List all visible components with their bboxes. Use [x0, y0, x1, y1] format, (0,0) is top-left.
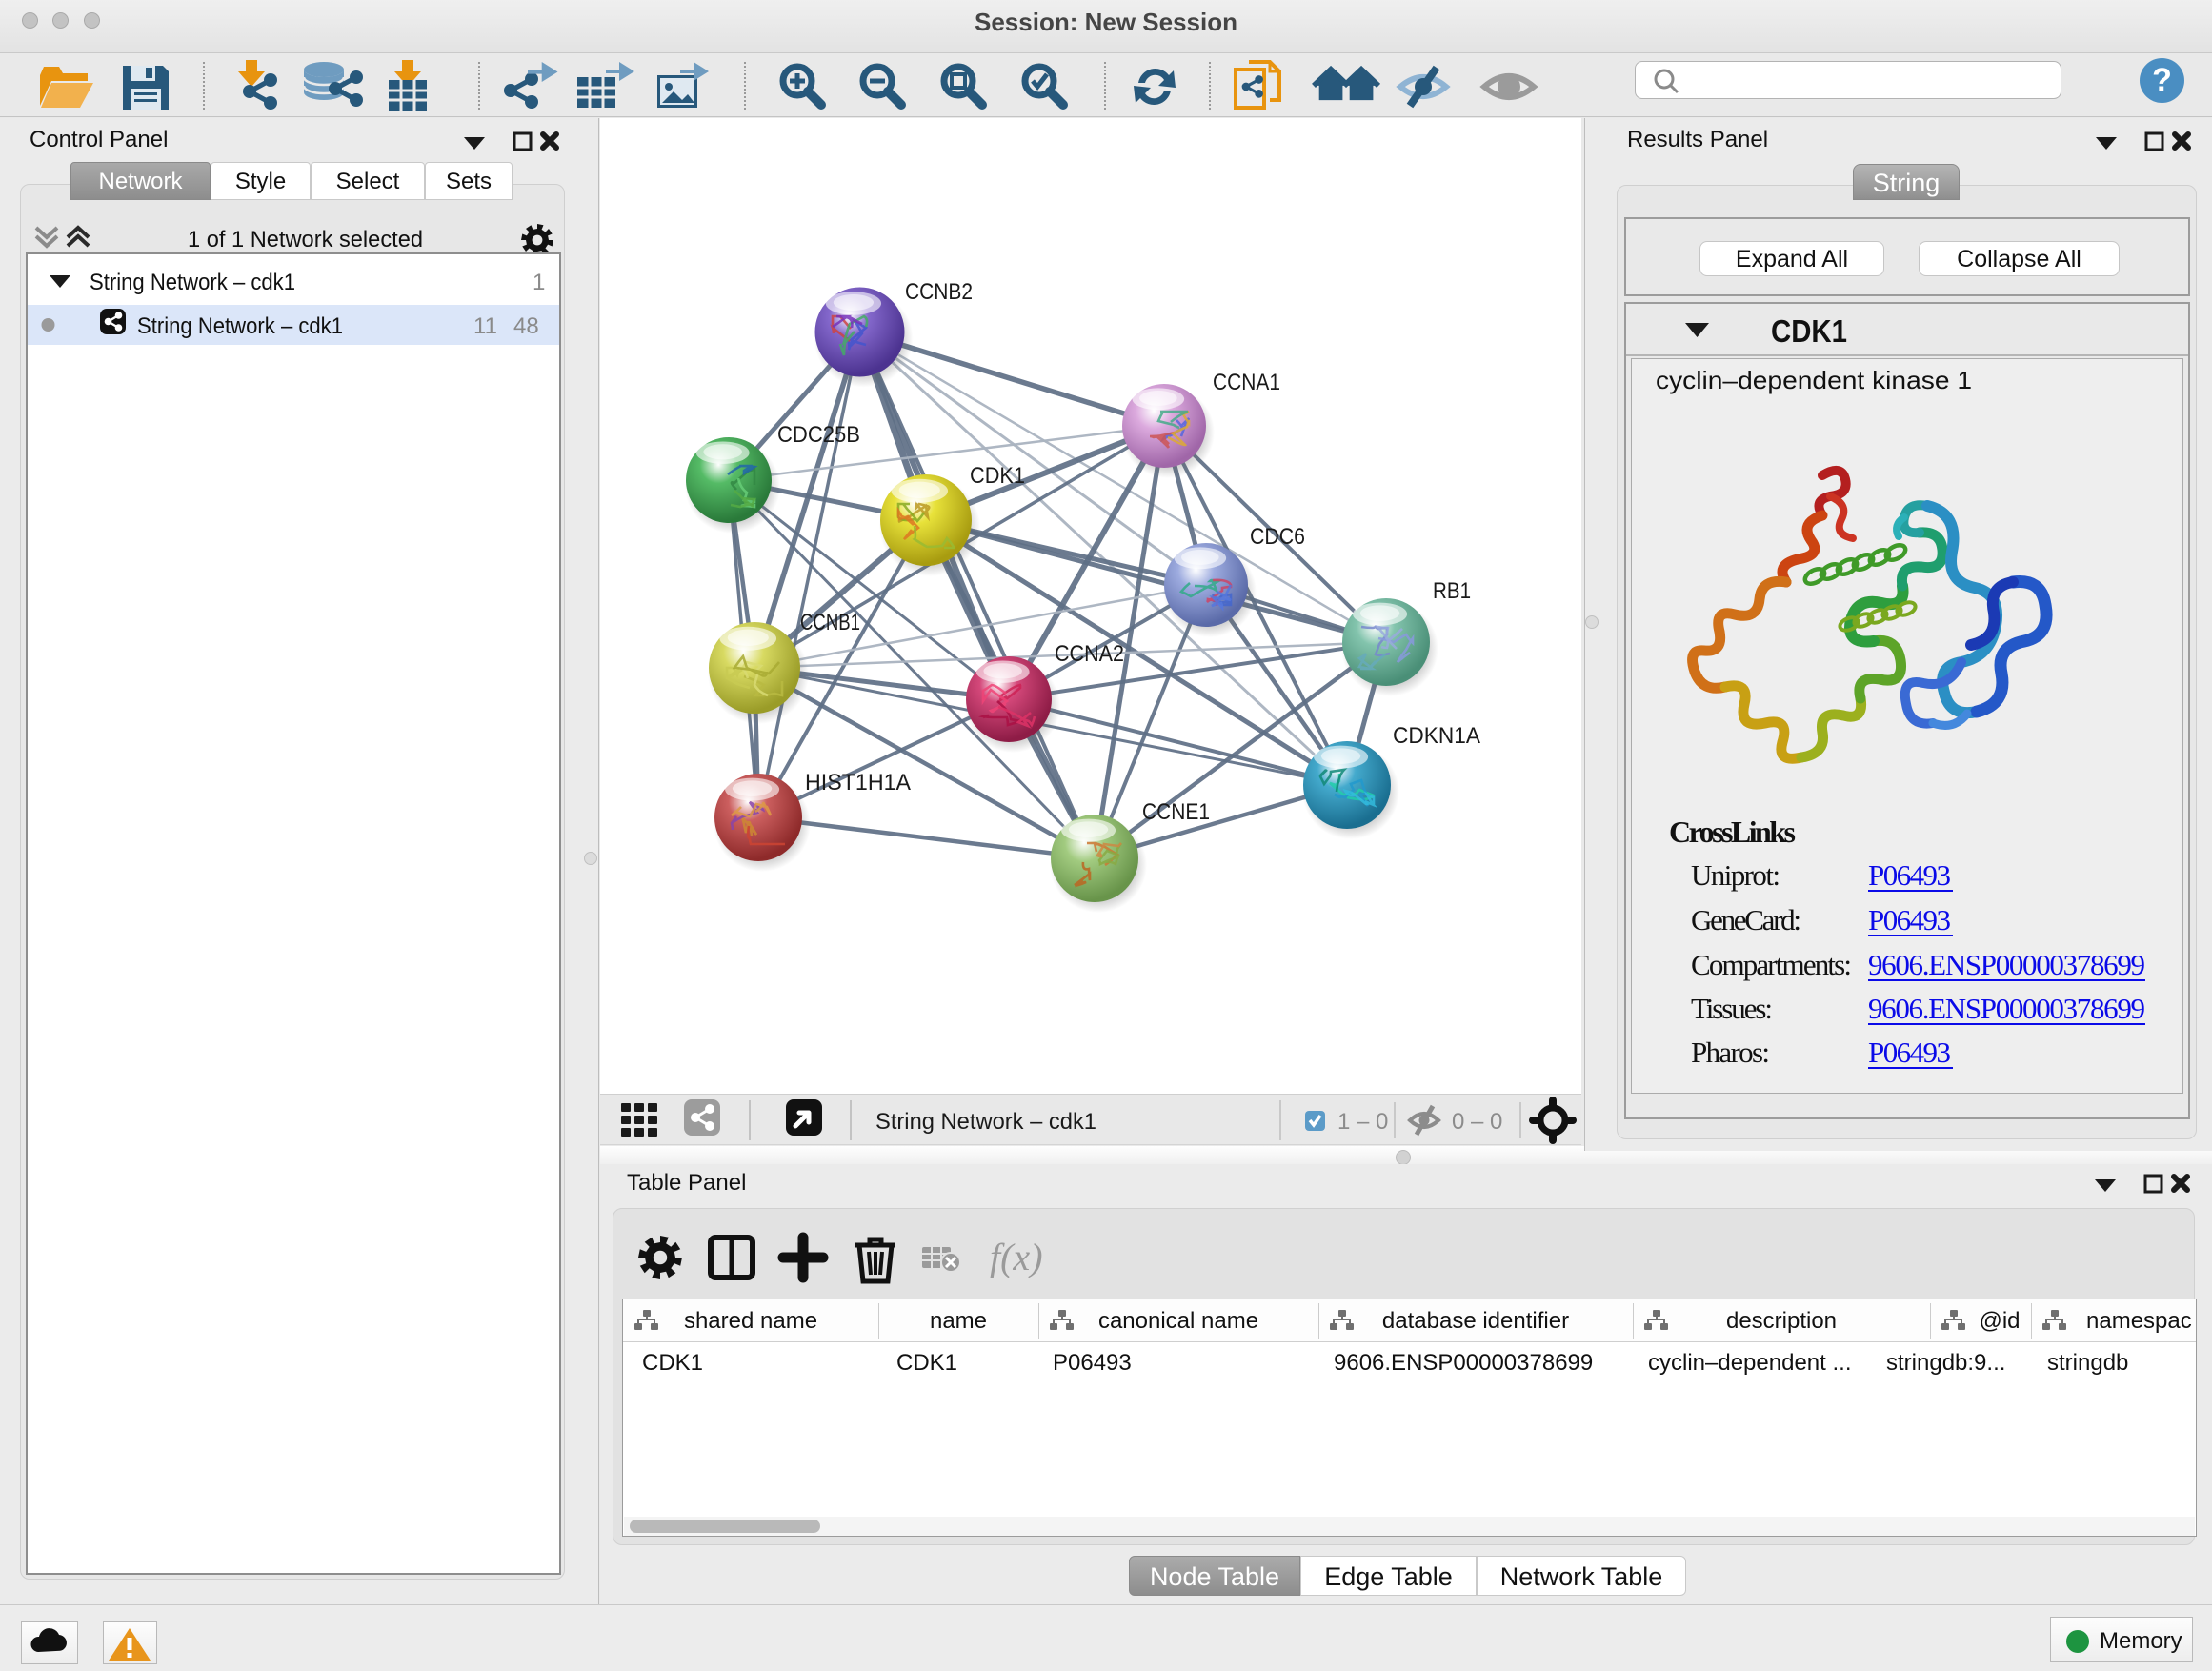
svg-text:CDK1: CDK1 [970, 463, 1025, 489]
svg-text:Pharos:: Pharos: [1691, 1036, 1770, 1069]
svg-text:11: 11 [473, 313, 497, 339]
svg-text:HIST1H1A: HIST1H1A [805, 770, 911, 795]
svg-text:String Network – cdk1: String Network – cdk1 [875, 1109, 1096, 1135]
svg-text:CCNB1: CCNB1 [800, 610, 860, 635]
svg-text:9606.ENSP00000378699: 9606.ENSP00000378699 [1868, 948, 2145, 981]
svg-text:cyclin–dependent kinase 1: cyclin–dependent kinase 1 [1656, 366, 1972, 394]
svg-text:CCNA2: CCNA2 [1055, 641, 1124, 667]
svg-text:String Network – cdk1: String Network – cdk1 [90, 270, 295, 295]
svg-text:GeneCard:: GeneCard: [1691, 903, 1801, 936]
svg-text:CDC25B: CDC25B [777, 422, 860, 448]
svg-text:1 of 1 Network selected: 1 of 1 Network selected [188, 227, 423, 252]
svg-text:Compartments:: Compartments: [1691, 948, 1852, 981]
svg-text:Uniprot:: Uniprot: [1691, 858, 1780, 892]
svg-text:P06493: P06493 [1868, 903, 1951, 936]
svg-text:RB1: RB1 [1433, 578, 1471, 604]
svg-text:1: 1 [533, 270, 545, 295]
svg-text:1 – 0: 1 – 0 [1337, 1109, 1388, 1135]
svg-text:CCNE1: CCNE1 [1142, 799, 1210, 825]
svg-text:CDK1: CDK1 [1771, 313, 1847, 349]
svg-text:Tissues:: Tissues: [1691, 992, 1773, 1025]
svg-text:f(x): f(x) [990, 1236, 1043, 1278]
svg-text:P06493: P06493 [1868, 1036, 1951, 1069]
svg-text:CDC6: CDC6 [1250, 524, 1305, 550]
svg-text:9606.ENSP00000378699: 9606.ENSP00000378699 [1868, 992, 2145, 1025]
svg-text:0 – 0: 0 – 0 [1452, 1109, 1502, 1135]
svg-text:CCNB2: CCNB2 [905, 279, 973, 305]
svg-text:CCNA1: CCNA1 [1213, 370, 1280, 395]
svg-text:CrossLinks: CrossLinks [1669, 815, 1796, 849]
svg-text:String Network – cdk1: String Network – cdk1 [137, 313, 343, 339]
svg-text:48: 48 [513, 313, 539, 339]
svg-text:P06493: P06493 [1868, 858, 1951, 892]
svg-text:CDKN1A: CDKN1A [1393, 723, 1480, 749]
